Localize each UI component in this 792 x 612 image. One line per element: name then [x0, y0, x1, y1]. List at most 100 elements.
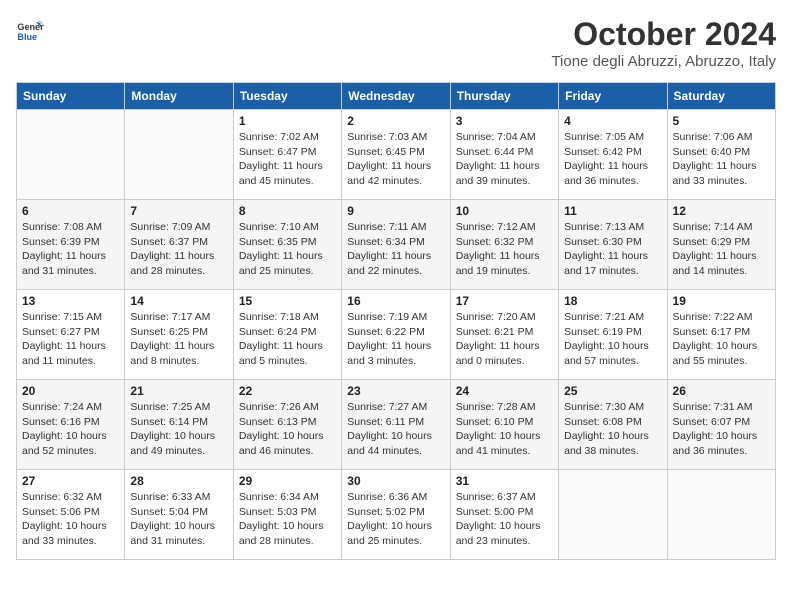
- day-detail: Sunrise: 7:22 AMSunset: 6:17 PMDaylight:…: [673, 310, 770, 369]
- calendar-cell-3: 2 Sunrise: 7:03 AMSunset: 6:45 PMDaylight…: [342, 110, 450, 200]
- calendar-cell-26: 25 Sunrise: 7:30 AMSunset: 6:08 PMDayligh…: [559, 380, 667, 470]
- day-detail: Sunrise: 7:19 AMSunset: 6:22 PMDaylight:…: [347, 310, 444, 369]
- day-number: 30: [347, 474, 444, 488]
- day-number: 7: [130, 204, 227, 218]
- day-number: 29: [239, 474, 336, 488]
- day-detail: Sunrise: 7:31 AMSunset: 6:07 PMDaylight:…: [673, 400, 770, 459]
- day-number: 11: [564, 204, 661, 218]
- week-row-2: 6 Sunrise: 7:08 AMSunset: 6:39 PMDaylight…: [17, 200, 776, 290]
- day-number: 13: [22, 294, 119, 308]
- day-number: 4: [564, 114, 661, 128]
- calendar-cell-21: 20 Sunrise: 7:24 AMSunset: 6:16 PMDayligh…: [17, 380, 125, 470]
- calendar-cell-25: 24 Sunrise: 7:28 AMSunset: 6:10 PMDayligh…: [450, 380, 558, 470]
- calendar-cell-32: 31 Sunrise: 6:37 AMSunset: 5:00 PMDayligh…: [450, 470, 558, 560]
- location: Tione degli Abruzzi, Abruzzo, Italy: [551, 53, 776, 70]
- day-detail: Sunrise: 7:09 AMSunset: 6:37 PMDaylight:…: [130, 220, 227, 279]
- weekday-header-row: SundayMondayTuesdayWednesdayThursdayFrid…: [17, 83, 776, 110]
- calendar-cell-9: 8 Sunrise: 7:10 AMSunset: 6:35 PMDaylight…: [233, 200, 341, 290]
- day-detail: Sunrise: 7:30 AMSunset: 6:08 PMDaylight:…: [564, 400, 661, 459]
- day-number: 14: [130, 294, 227, 308]
- calendar-cell-0: [17, 110, 125, 200]
- day-number: 26: [673, 384, 770, 398]
- day-detail: Sunrise: 6:37 AMSunset: 5:00 PMDaylight:…: [456, 490, 553, 549]
- weekday-header-friday: Friday: [559, 83, 667, 110]
- calendar-cell-2: 1 Sunrise: 7:02 AMSunset: 6:47 PMDaylight…: [233, 110, 341, 200]
- svg-text:Blue: Blue: [17, 32, 37, 42]
- calendar: SundayMondayTuesdayWednesdayThursdayFrid…: [16, 82, 776, 560]
- day-number: 1: [239, 114, 336, 128]
- day-detail: Sunrise: 7:28 AMSunset: 6:10 PMDaylight:…: [456, 400, 553, 459]
- day-detail: Sunrise: 7:18 AMSunset: 6:24 PMDaylight:…: [239, 310, 336, 369]
- day-number: 10: [456, 204, 553, 218]
- day-number: 8: [239, 204, 336, 218]
- day-number: 31: [456, 474, 553, 488]
- day-number: 27: [22, 474, 119, 488]
- calendar-cell-20: 19 Sunrise: 7:22 AMSunset: 6:17 PMDayligh…: [667, 290, 775, 380]
- calendar-cell-14: 13 Sunrise: 7:15 AMSunset: 6:27 PMDayligh…: [17, 290, 125, 380]
- calendar-cell-15: 14 Sunrise: 7:17 AMSunset: 6:25 PMDayligh…: [125, 290, 233, 380]
- day-detail: Sunrise: 7:24 AMSunset: 6:16 PMDaylight:…: [22, 400, 119, 459]
- weekday-header-sunday: Sunday: [17, 83, 125, 110]
- day-number: 9: [347, 204, 444, 218]
- weekday-header-tuesday: Tuesday: [233, 83, 341, 110]
- day-detail: Sunrise: 7:26 AMSunset: 6:13 PMDaylight:…: [239, 400, 336, 459]
- calendar-cell-5: 4Sunrise: 7:05 AMSunset: 6:42 PMDaylight…: [559, 110, 667, 200]
- day-detail: Sunrise: 7:13 AMSunset: 6:30 PMDaylight:…: [564, 220, 661, 279]
- day-detail: Sunrise: 7:02 AMSunset: 6:47 PMDaylight:…: [239, 130, 336, 189]
- day-detail: Sunrise: 7:10 AMSunset: 6:35 PMDaylight:…: [239, 220, 336, 279]
- day-detail: Sunrise: 6:34 AMSunset: 5:03 PMDaylight:…: [239, 490, 336, 549]
- calendar-cell-7: 6 Sunrise: 7:08 AMSunset: 6:39 PMDaylight…: [17, 200, 125, 290]
- calendar-cell-34: [667, 470, 775, 560]
- day-number: 28: [130, 474, 227, 488]
- calendar-cell-31: 30Sunrise: 6:36 AMSunset: 5:02 PMDayligh…: [342, 470, 450, 560]
- day-detail: Sunrise: 7:08 AMSunset: 6:39 PMDaylight:…: [22, 220, 119, 279]
- day-detail: Sunrise: 7:06 AMSunset: 6:40 PMDaylight:…: [673, 130, 770, 189]
- calendar-cell-16: 15Sunrise: 7:18 AMSunset: 6:24 PMDayligh…: [233, 290, 341, 380]
- day-number: 22: [239, 384, 336, 398]
- day-number: 12: [673, 204, 770, 218]
- header: General Blue October 2024 Tione degli Ab…: [16, 16, 776, 70]
- month-year: October 2024: [551, 16, 776, 53]
- calendar-cell-30: 29 Sunrise: 6:34 AMSunset: 5:03 PMDayligh…: [233, 470, 341, 560]
- calendar-cell-8: 7 Sunrise: 7:09 AMSunset: 6:37 PMDaylight…: [125, 200, 233, 290]
- day-number: 20: [22, 384, 119, 398]
- day-detail: Sunrise: 7:21 AMSunset: 6:19 PMDaylight:…: [564, 310, 661, 369]
- day-detail: Sunrise: 7:15 AMSunset: 6:27 PMDaylight:…: [22, 310, 119, 369]
- day-detail: Sunrise: 7:25 AMSunset: 6:14 PMDaylight:…: [130, 400, 227, 459]
- calendar-cell-1: [125, 110, 233, 200]
- calendar-cell-17: 16 Sunrise: 7:19 AMSunset: 6:22 PMDayligh…: [342, 290, 450, 380]
- day-number: 19: [673, 294, 770, 308]
- day-detail: Sunrise: 6:32 AMSunset: 5:06 PMDaylight:…: [22, 490, 119, 549]
- day-number: 17: [456, 294, 553, 308]
- calendar-cell-24: 23Sunrise: 7:27 AMSunset: 6:11 PMDayligh…: [342, 380, 450, 470]
- day-number: 2: [347, 114, 444, 128]
- day-number: 18: [564, 294, 661, 308]
- day-number: 16: [347, 294, 444, 308]
- calendar-cell-12: 11 Sunrise: 7:13 AMSunset: 6:30 PMDayligh…: [559, 200, 667, 290]
- calendar-cell-18: 17 Sunrise: 7:20 AMSunset: 6:21 PMDayligh…: [450, 290, 558, 380]
- week-row-1: 1 Sunrise: 7:02 AMSunset: 6:47 PMDaylight…: [17, 110, 776, 200]
- logo: General Blue: [16, 16, 44, 44]
- calendar-cell-6: 5 Sunrise: 7:06 AMSunset: 6:40 PMDaylight…: [667, 110, 775, 200]
- day-detail: Sunrise: 7:03 AMSunset: 6:45 PMDaylight:…: [347, 130, 444, 189]
- day-number: 5: [673, 114, 770, 128]
- calendar-cell-4: 3Sunrise: 7:04 AMSunset: 6:44 PMDaylight…: [450, 110, 558, 200]
- day-detail: Sunrise: 7:20 AMSunset: 6:21 PMDaylight:…: [456, 310, 553, 369]
- week-row-4: 20 Sunrise: 7:24 AMSunset: 6:16 PMDayligh…: [17, 380, 776, 470]
- day-number: 23: [347, 384, 444, 398]
- day-detail: Sunrise: 7:11 AMSunset: 6:34 PMDaylight:…: [347, 220, 444, 279]
- calendar-cell-11: 10 Sunrise: 7:12 AMSunset: 6:32 PMDayligh…: [450, 200, 558, 290]
- day-number: 24: [456, 384, 553, 398]
- weekday-header-monday: Monday: [125, 83, 233, 110]
- day-number: 6: [22, 204, 119, 218]
- calendar-cell-33: [559, 470, 667, 560]
- day-detail: Sunrise: 7:12 AMSunset: 6:32 PMDaylight:…: [456, 220, 553, 279]
- calendar-cell-13: 12Sunrise: 7:14 AMSunset: 6:29 PMDayligh…: [667, 200, 775, 290]
- calendar-cell-19: 18 Sunrise: 7:21 AMSunset: 6:19 PMDayligh…: [559, 290, 667, 380]
- week-row-3: 13 Sunrise: 7:15 AMSunset: 6:27 PMDayligh…: [17, 290, 776, 380]
- calendar-cell-10: 9 Sunrise: 7:11 AMSunset: 6:34 PMDaylight…: [342, 200, 450, 290]
- day-number: 25: [564, 384, 661, 398]
- logo-icon: General Blue: [16, 16, 44, 44]
- weekday-header-thursday: Thursday: [450, 83, 558, 110]
- day-detail: Sunrise: 7:17 AMSunset: 6:25 PMDaylight:…: [130, 310, 227, 369]
